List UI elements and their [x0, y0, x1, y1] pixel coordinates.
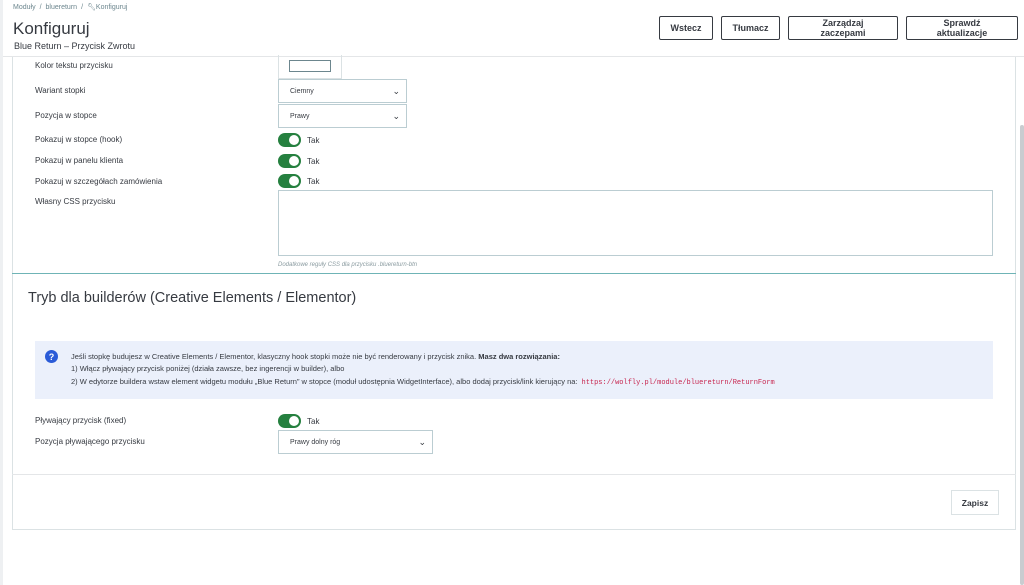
wrench-icon: 🔧︎ — [87, 4, 96, 11]
footer-variant-value: Ciemny — [290, 87, 314, 95]
alert-intro-bold: Masz dwa rozwiązania: — [478, 352, 560, 361]
panel-footer-divider — [12, 474, 1016, 475]
alert-option-2: 2) W edytorze buildera wstaw element wid… — [71, 377, 775, 387]
breadcrumb-current: Konfiguruj — [95, 4, 128, 11]
back-button[interactable]: Wstecz — [659, 16, 713, 40]
return-form-url: https://wolfly.pl/module/bluereturn/Retu… — [581, 379, 775, 387]
floating-position-select[interactable]: Prawy dolny róg ⌄ — [278, 430, 433, 454]
custom-css-help: Dodatkowe reguły CSS dla przycisku .blue… — [278, 262, 418, 268]
floating-position-value: Prawy dolny róg — [290, 438, 341, 446]
breadcrumb-item-module[interactable]: bluereturn — [46, 4, 78, 11]
breadcrumb-separator: / — [39, 4, 42, 11]
floating-button-state: Tak — [307, 417, 320, 426]
alert-option-1: 1) Włącz pływający przycisk poniżej (dzi… — [71, 364, 345, 373]
breadcrumb-separator: / — [81, 4, 84, 11]
show-order-details-label: Pokazuj w szczegółach zamówienia — [35, 177, 163, 186]
footer-position-label: Pozycja w stopce — [35, 111, 97, 120]
question-circle-icon: ? — [45, 350, 58, 363]
footer-position-select[interactable]: Prawy ⌄ — [278, 104, 407, 128]
footer-position-value: Prawy — [290, 112, 310, 120]
manage-hooks-button[interactable]: Zarządzaj zaczepami — [788, 16, 898, 40]
translate-button[interactable]: Tłumacz — [721, 16, 780, 40]
floating-button-toggle[interactable] — [278, 414, 301, 428]
toolbar: Wstecz Tłumacz Zarządzaj zaczepami Spraw… — [659, 16, 1018, 40]
footer-variant-label: Wariant stopki — [35, 86, 86, 95]
show-order-details-state: Tak — [307, 177, 320, 186]
chevron-down-icon: ⌄ — [392, 86, 400, 96]
toggle-knob — [289, 416, 299, 426]
color-swatch[interactable] — [289, 60, 331, 72]
chevron-down-icon: ⌄ — [418, 437, 426, 447]
page-subtitle: Blue Return – Przycisk Zwrotu — [14, 41, 136, 51]
builder-section-title: Tryb dla builderów (Creative Elements / … — [28, 290, 357, 306]
save-button[interactable]: Zapisz — [951, 490, 999, 515]
page-title: Konfiguruj — [13, 19, 90, 38]
show-order-details-toggle[interactable] — [278, 174, 301, 188]
show-customer-panel-toggle[interactable] — [278, 154, 301, 168]
custom-css-label: Własny CSS przycisku — [35, 197, 116, 206]
floating-position-label: Pozycja pływającego przycisku — [35, 437, 145, 446]
custom-css-textarea[interactable] — [278, 190, 993, 256]
check-updates-button[interactable]: Sprawdź aktualizacje — [906, 16, 1018, 40]
toggle-knob — [289, 176, 299, 186]
show-footer-hook-label: Pokazuj w stopce (hook) — [35, 135, 123, 144]
show-customer-panel-state: Tak — [307, 157, 320, 166]
show-footer-hook-toggle[interactable] — [278, 133, 301, 147]
scrollbar[interactable] — [1020, 125, 1024, 585]
builder-info-alert: ? Jeśli stopkę budujesz w Creative Eleme… — [35, 341, 993, 399]
alert-option-2-text: 2) W edytorze buildera wstaw element wid… — [71, 377, 578, 386]
alert-intro: Jeśli stopkę budujesz w Creative Element… — [71, 352, 560, 361]
text-color-picker[interactable] — [278, 55, 342, 79]
section-divider — [12, 273, 1016, 274]
breadcrumb-item-modules[interactable]: Moduły — [13, 4, 36, 11]
alert-intro-text: Jeśli stopkę budujesz w Creative Element… — [71, 352, 477, 361]
chevron-down-icon: ⌄ — [392, 111, 400, 121]
toggle-knob — [289, 156, 299, 166]
toggle-knob — [289, 135, 299, 145]
text-color-label: Kolor tekstu przycisku — [35, 61, 113, 70]
breadcrumb: Moduły / bluereturn / 🔧︎Konfiguruj — [13, 3, 127, 11]
left-gutter — [0, 0, 3, 585]
footer-variant-select[interactable]: Ciemny ⌄ — [278, 79, 407, 103]
floating-button-label: Pływający przycisk (fixed) — [35, 416, 127, 425]
show-customer-panel-label: Pokazuj w panelu klienta — [35, 156, 124, 165]
show-footer-hook-state: Tak — [307, 136, 320, 145]
